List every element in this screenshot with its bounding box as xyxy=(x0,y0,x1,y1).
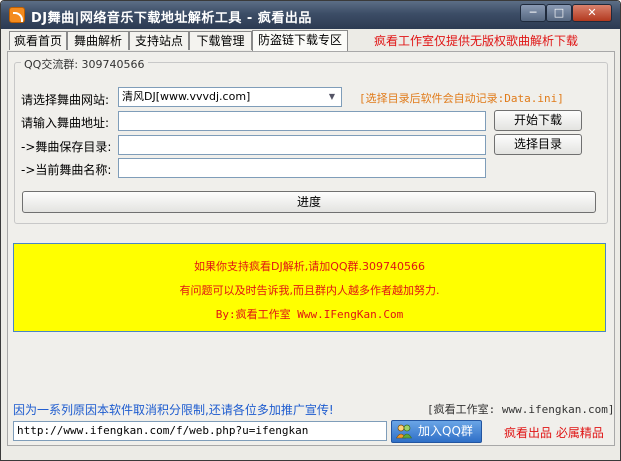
tab-supported-sites[interactable]: 支持站点 xyxy=(129,31,189,50)
tab-home[interactable]: 疯看首页 xyxy=(9,31,67,50)
song-url-input[interactable] xyxy=(118,111,486,131)
share-url-field[interactable]: http://www.ifengkan.com/f/web.php?u=ifen… xyxy=(13,421,387,441)
close-button[interactable]: ✕ xyxy=(572,4,612,22)
save-dir-label: ->舞曲保存目录: xyxy=(21,140,112,154)
rss-app-icon xyxy=(9,7,25,23)
notice-line-3: By:疯看工作室 Www.IFengKan.Com xyxy=(215,308,404,321)
choose-dir-button[interactable]: 选择目录 xyxy=(494,134,582,155)
url-label: 请输入舞曲地址: xyxy=(21,116,110,130)
tab-download-manager[interactable]: 下载管理 xyxy=(189,31,252,50)
minimize-button[interactable]: ─ xyxy=(520,4,546,22)
site-label: 请选择舞曲网站: xyxy=(21,93,110,107)
current-name-input[interactable] xyxy=(118,158,486,178)
notice-line-2: 有问题可以及时告诉我,而且群内人越多作者越加努力. xyxy=(179,284,440,297)
studio-link-text: [疯看工作室: www.ifengkan.com] xyxy=(427,403,615,416)
chevron-down-icon[interactable]: ▼ xyxy=(324,89,340,105)
tab-parse[interactable]: 舞曲解析 xyxy=(67,31,129,50)
site-select[interactable]: 清风DJ[www.vvvdj.com] ▼ xyxy=(118,87,342,107)
tab-hotlink-download[interactable]: 防盗链下载专区 xyxy=(252,30,348,51)
join-qq-group-label: 加入QQ群 xyxy=(418,424,473,438)
app-window: DJ舞曲|网络音乐下载地址解析工具 - 疯看出品 ─ □ ✕ 疯看首页 舞曲解析… xyxy=(0,0,621,461)
start-download-button[interactable]: 开始下载 xyxy=(494,110,582,131)
site-select-value: 清风DJ[www.vvvdj.com] xyxy=(122,90,251,103)
group-users-icon xyxy=(396,424,412,439)
progress-bar: 进度 xyxy=(22,191,596,213)
directory-hint: [选择目录后软件会自动记录:Data.ini] xyxy=(359,92,564,105)
promotion-note: 因为一系列原因本软件取消积分限制,还请各位多加推广宣传! xyxy=(13,403,334,417)
title-bar[interactable]: DJ舞曲|网络音乐下载地址解析工具 - 疯看出品 ─ □ ✕ xyxy=(1,1,620,29)
groupbox-title: QQ交流群: 309740566 xyxy=(21,56,148,72)
maximize-button[interactable]: □ xyxy=(546,4,572,22)
promo-top-text: 疯看工作室仅提供无版权歌曲解析下载 xyxy=(374,34,579,48)
join-qq-group-button[interactable]: 加入QQ群 xyxy=(391,420,482,443)
notice-box: 如果你支持疯看DJ解析,请加QQ群.309740566 有问题可以及时告诉我,而… xyxy=(13,243,606,332)
current-name-label: ->当前舞曲名称: xyxy=(21,163,112,177)
notice-line-1: 如果你支持疯看DJ解析,请加QQ群.309740566 xyxy=(193,260,425,273)
window-title: DJ舞曲|网络音乐下载地址解析工具 - 疯看出品 xyxy=(31,11,312,26)
save-dir-input[interactable] xyxy=(118,135,486,155)
brand-slogan: 疯看出品 必属精品 xyxy=(504,426,604,440)
